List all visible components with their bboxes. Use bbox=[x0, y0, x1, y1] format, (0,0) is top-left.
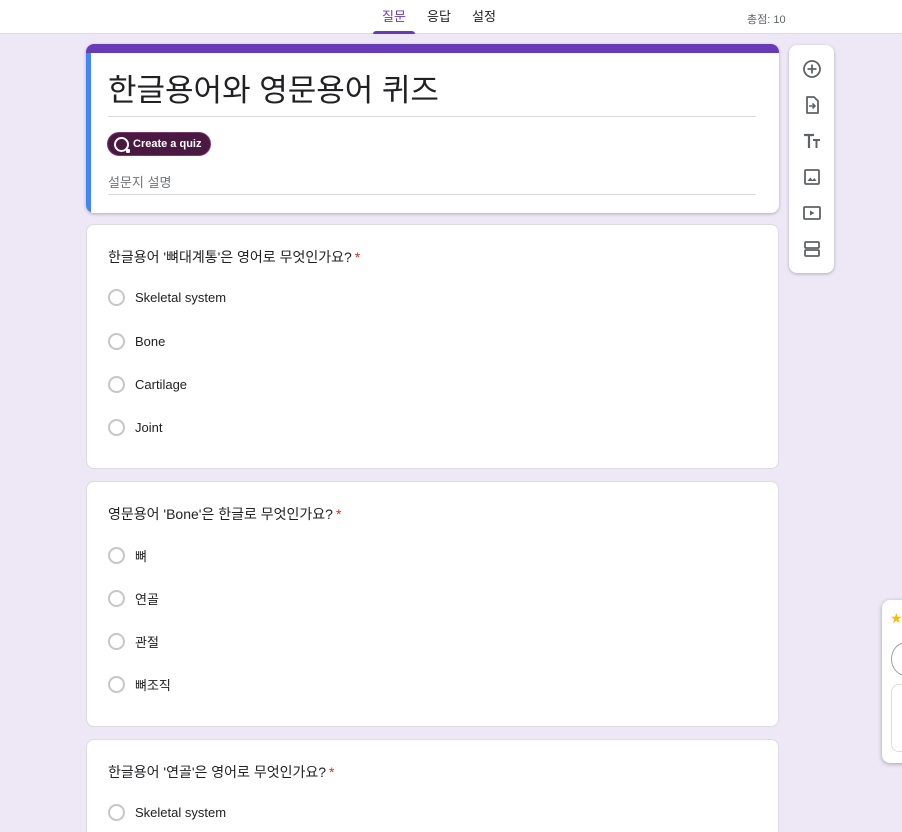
option-label: 뼈조직 bbox=[135, 677, 171, 693]
create-quiz-button[interactable]: Create a quiz bbox=[107, 132, 212, 156]
required-mark: * bbox=[354, 249, 361, 265]
option-label: 연골 bbox=[135, 591, 159, 607]
side-toolbar bbox=[789, 45, 834, 273]
radio-option[interactable]: Skeletal system bbox=[108, 802, 226, 822]
option-label: Skeletal system bbox=[135, 804, 227, 820]
required-mark: * bbox=[329, 764, 335, 780]
question-card-1[interactable]: 한글용어 '뼈대계통'은 영어로 무엇인가요? * Skeletal system… bbox=[86, 224, 779, 469]
tab-responses[interactable]: 응답 bbox=[422, 0, 456, 34]
question-title: 영문용어 'Bone'은 한글로 무엇인가요? * bbox=[108, 506, 342, 522]
radio-button[interactable] bbox=[108, 589, 125, 607]
radio-button[interactable] bbox=[108, 632, 125, 650]
form-title[interactable]: 한글용어와 영문용어 퀴즈 bbox=[108, 72, 756, 117]
add-image-icon bbox=[804, 169, 820, 185]
add-title-icon bbox=[804, 133, 820, 148]
radio-option[interactable]: 뼈 bbox=[108, 545, 147, 565]
tab-questions[interactable]: 질문 bbox=[373, 0, 415, 34]
add-title-button[interactable] bbox=[801, 130, 823, 152]
panel-content-box bbox=[891, 684, 902, 752]
question-title: 한글용어 '뼈대계통'은 영어로 무엇인가요? * bbox=[108, 249, 361, 265]
add-question-button[interactable] bbox=[801, 58, 823, 80]
add-image-button[interactable] bbox=[801, 166, 823, 188]
radio-button[interactable] bbox=[108, 418, 125, 436]
radio-option[interactable]: Cartilage bbox=[108, 374, 187, 394]
add-question-icon bbox=[803, 60, 821, 78]
option-label: Skeletal system bbox=[135, 289, 227, 305]
radio-option[interactable]: Bone bbox=[108, 331, 165, 351]
radio-option[interactable]: 관절 bbox=[108, 631, 159, 651]
radio-button[interactable] bbox=[108, 288, 125, 306]
question-card-3[interactable]: 한글용어 '연골'은 영어로 무엇인가요? * Skeletal system bbox=[86, 739, 779, 832]
radio-option[interactable]: 뼈조직 bbox=[108, 674, 171, 694]
question-title: 한글용어 '연골'은 영어로 무엇인가요? * bbox=[108, 764, 335, 780]
radio-option[interactable]: Skeletal system bbox=[108, 287, 226, 307]
option-label: 관절 bbox=[135, 634, 159, 650]
radio-button[interactable] bbox=[108, 803, 125, 821]
create-quiz-label: Create a quiz bbox=[133, 138, 202, 150]
star-icon: ★ bbox=[890, 610, 902, 626]
add-section-icon bbox=[804, 241, 820, 257]
form-title-card[interactable]: 한글용어와 영문용어 퀴즈 Create a quiz 설문지 설명 bbox=[86, 44, 779, 213]
radio-button[interactable] bbox=[108, 675, 125, 693]
import-questions-icon bbox=[806, 96, 819, 114]
radio-button[interactable] bbox=[108, 375, 125, 393]
option-label: Cartilage bbox=[135, 376, 188, 392]
required-mark: * bbox=[335, 506, 342, 522]
floating-side-panel[interactable]: ★ bbox=[882, 600, 902, 763]
total-score: 총점: 10 bbox=[747, 14, 786, 26]
form-description-field[interactable]: 설문지 설명 bbox=[108, 172, 756, 195]
option-label: Joint bbox=[135, 419, 163, 435]
question-card-2[interactable]: 영문용어 'Bone'은 한글로 무엇인가요? * 뼈 연골 관절 뼈조직 bbox=[86, 481, 779, 727]
add-video-icon bbox=[803, 206, 821, 220]
add-section-button[interactable] bbox=[801, 238, 823, 260]
title-card-accent-strip bbox=[86, 44, 779, 53]
radio-option[interactable]: Joint bbox=[108, 417, 162, 437]
title-card-focus-strip bbox=[86, 53, 91, 213]
radio-button[interactable] bbox=[108, 546, 125, 564]
tab-settings[interactable]: 설정 bbox=[467, 0, 501, 34]
panel-round-button[interactable] bbox=[891, 642, 902, 676]
top-bar: 질문 응답 설정 총점: 10 bbox=[0, 0, 902, 34]
radio-button[interactable] bbox=[108, 332, 125, 350]
add-video-button[interactable] bbox=[801, 202, 823, 224]
option-label: 뼈 bbox=[135, 548, 147, 564]
option-label: Bone bbox=[135, 333, 166, 349]
radio-option[interactable]: 연골 bbox=[108, 588, 159, 608]
import-questions-button[interactable] bbox=[801, 94, 823, 116]
quiz-logo-icon bbox=[114, 136, 130, 153]
